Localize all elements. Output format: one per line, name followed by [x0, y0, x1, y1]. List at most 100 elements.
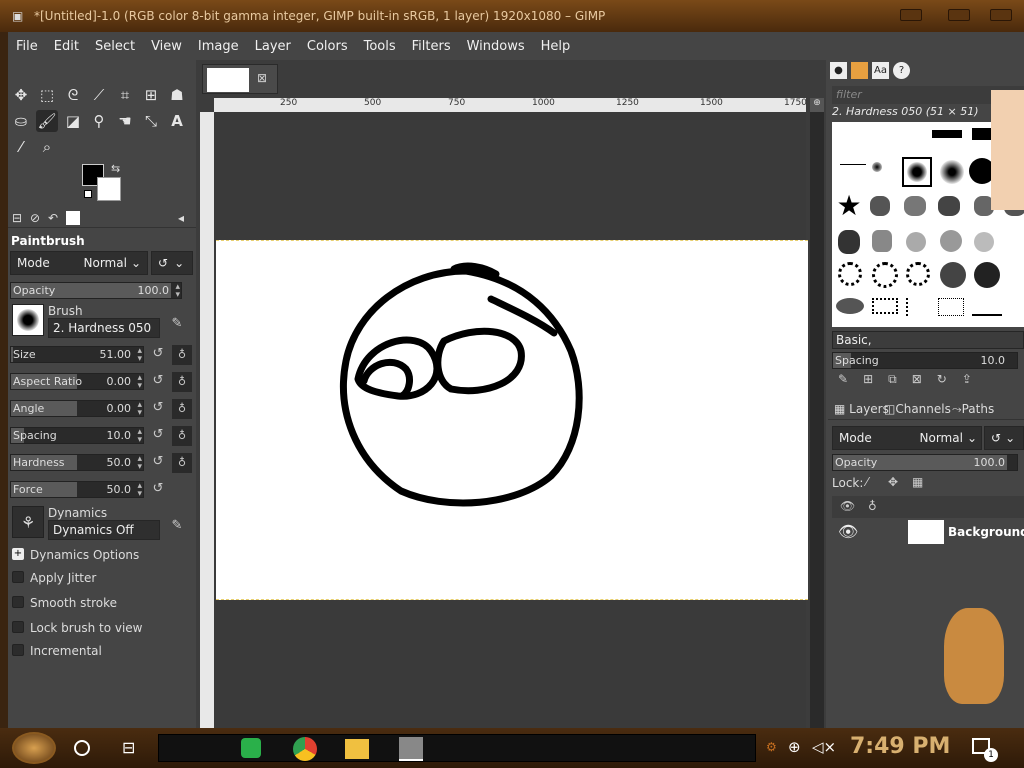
- brush-preview[interactable]: [12, 304, 44, 336]
- chrome-app-icon[interactable]: [293, 737, 317, 761]
- reset-icon[interactable]: ↺: [149, 346, 167, 364]
- brush-item[interactable]: [872, 162, 882, 172]
- duplicate-brush-icon[interactable]: ⧉: [888, 372, 897, 388]
- patterns-tab-icon[interactable]: [851, 62, 868, 79]
- force-slider[interactable]: Force 50.0 ▴ ▾: [10, 481, 144, 499]
- spin-arrows-icon[interactable]: ▴ ▾: [137, 374, 142, 391]
- start-menu-icon[interactable]: [12, 732, 56, 764]
- clone-icon[interactable]: ⚲: [88, 110, 110, 132]
- vertical-scrollbar[interactable]: [810, 98, 824, 728]
- chain-link-icon[interactable]: ♁: [868, 499, 877, 513]
- brush-item[interactable]: [904, 196, 926, 216]
- brush-item[interactable]: [838, 230, 860, 254]
- paintbrush-icon[interactable]: 🖌: [36, 110, 58, 132]
- brush-item[interactable]: [932, 130, 962, 138]
- zoom-icon[interactable]: ⌕: [36, 136, 58, 158]
- network-icon[interactable]: ⊕: [788, 738, 801, 756]
- gimp-taskbar-icon[interactable]: [399, 737, 423, 761]
- brush-item[interactable]: [940, 262, 966, 288]
- smudge-icon[interactable]: ☚: [114, 110, 136, 132]
- mode-dropdown[interactable]: Mode Normal ⌄: [10, 251, 148, 275]
- spin-arrows-icon[interactable]: ▴ ▾: [137, 347, 142, 364]
- layer-mode-dropdown[interactable]: Mode Normal ⌄: [832, 426, 982, 450]
- opacity-slider[interactable]: Opacity 100.0 ▴ ▾: [10, 282, 182, 300]
- reset-icon[interactable]: ↺: [149, 481, 167, 499]
- reset-icon[interactable]: ↺: [149, 454, 167, 472]
- menu-windows[interactable]: Windows: [465, 37, 527, 56]
- brushes-tab-icon[interactable]: ●: [830, 62, 847, 79]
- brush-item-selected[interactable]: [902, 157, 932, 187]
- fuzzy-select-icon[interactable]: ⟋: [88, 84, 110, 106]
- edit-brush-icon[interactable]: ✎: [168, 316, 186, 334]
- eye-icon[interactable]: 👁: [840, 499, 855, 513]
- edit-dynamics-icon[interactable]: ✎: [168, 518, 186, 536]
- image-canvas[interactable]: [216, 240, 808, 600]
- chain-link-icon[interactable]: ♁: [172, 345, 192, 365]
- warp-icon[interactable]: ☗: [166, 84, 188, 106]
- tab-paths[interactable]: ⤳Paths: [952, 402, 994, 417]
- notes-app-icon[interactable]: [241, 738, 261, 758]
- path-icon[interactable]: ⤡: [140, 110, 162, 132]
- paint-mode-toggle[interactable]: ↺ ⌄: [151, 251, 193, 275]
- lock-alpha-icon[interactable]: ▦: [912, 475, 923, 489]
- size-slider[interactable]: Size 51.00 ▴ ▾: [10, 346, 144, 364]
- spin-arrows-icon[interactable]: ▴ ▾: [137, 428, 142, 445]
- chain-link-icon[interactable]: ♁: [172, 453, 192, 473]
- brush-item[interactable]: [974, 232, 994, 252]
- spin-arrows-icon[interactable]: ▴ ▾: [137, 455, 142, 472]
- fonts-tab-icon[interactable]: Aa: [872, 62, 889, 79]
- brush-name-field[interactable]: 2. Hardness 050: [48, 318, 160, 338]
- spin-arrows-icon[interactable]: ▴ ▾: [137, 482, 142, 499]
- brush-item[interactable]: [872, 262, 898, 288]
- dynamics-field[interactable]: Dynamics Off: [48, 520, 160, 540]
- spacing-slider[interactable]: Spacing 10.0 ▴ ▾: [10, 427, 144, 445]
- task-view-icon[interactable]: ⊟: [122, 738, 135, 757]
- layer-opacity-slider[interactable]: Opacity 100.0: [832, 454, 1018, 471]
- close-icon[interactable]: ⊠: [257, 71, 267, 85]
- spin-arrows-icon[interactable]: ▴ ▾: [137, 401, 142, 418]
- swap-colors-icon[interactable]: ⇆: [111, 162, 120, 175]
- vertical-ruler[interactable]: [200, 112, 214, 728]
- menu-tools[interactable]: Tools: [362, 37, 398, 56]
- reset-icon[interactable]: ↺: [149, 373, 167, 391]
- brush-item[interactable]: [870, 196, 890, 216]
- star-brush-icon[interactable]: ★: [836, 189, 862, 222]
- background-color-swatch[interactable]: [97, 177, 121, 201]
- brush-item[interactable]: [906, 298, 926, 316]
- menu-select[interactable]: Select: [93, 37, 137, 56]
- brush-item[interactable]: [972, 298, 1002, 316]
- clock[interactable]: 7:49 PM: [850, 734, 950, 759]
- aspect-ratio-slider[interactable]: Aspect Ratio 0.00 ▴ ▾: [10, 373, 144, 391]
- transform-icon[interactable]: ⊞: [140, 84, 162, 106]
- brush-item[interactable]: [906, 262, 930, 286]
- dynamics-options-label[interactable]: Dynamics Options: [30, 548, 139, 562]
- menu-view[interactable]: View: [149, 37, 184, 56]
- chain-link-icon[interactable]: ♁: [172, 426, 192, 446]
- brush-item[interactable]: [840, 164, 866, 165]
- brush-item[interactable]: [872, 230, 892, 252]
- brush-item[interactable]: [938, 196, 960, 216]
- menu-file[interactable]: File: [14, 37, 40, 56]
- brush-item[interactable]: [872, 298, 898, 314]
- edit-brush-icon[interactable]: ✎: [838, 372, 848, 388]
- chain-link-icon[interactable]: ♁: [172, 372, 192, 392]
- images-tab-icon[interactable]: [66, 211, 80, 225]
- delete-brush-icon[interactable]: ⊠: [912, 372, 922, 388]
- configure-tab-icon[interactable]: ◂: [178, 211, 184, 225]
- eye-icon[interactable]: 👁: [838, 522, 858, 541]
- lock-position-icon[interactable]: ✥: [888, 475, 898, 489]
- apply-jitter-checkbox[interactable]: [12, 571, 24, 583]
- navigate-icon[interactable]: ⊕: [810, 98, 824, 112]
- brush-item[interactable]: [836, 298, 864, 314]
- dynamics-icon[interactable]: ⚘: [12, 506, 44, 538]
- brush-preset-dropdown[interactable]: Basic,: [832, 331, 1024, 349]
- crop-icon[interactable]: ⌗: [114, 84, 136, 106]
- reset-icon[interactable]: ↺: [149, 400, 167, 418]
- tab-layers[interactable]: ▦ Layers: [834, 402, 889, 416]
- hardness-slider[interactable]: Hardness 50.0 ▴ ▾: [10, 454, 144, 472]
- image-tab[interactable]: ⊠: [202, 64, 278, 94]
- expand-plus-icon[interactable]: +: [12, 548, 24, 560]
- color-picker-icon[interactable]: ⁄: [10, 136, 32, 158]
- refresh-icon[interactable]: ↻: [937, 372, 947, 388]
- brush-item[interactable]: [938, 298, 964, 316]
